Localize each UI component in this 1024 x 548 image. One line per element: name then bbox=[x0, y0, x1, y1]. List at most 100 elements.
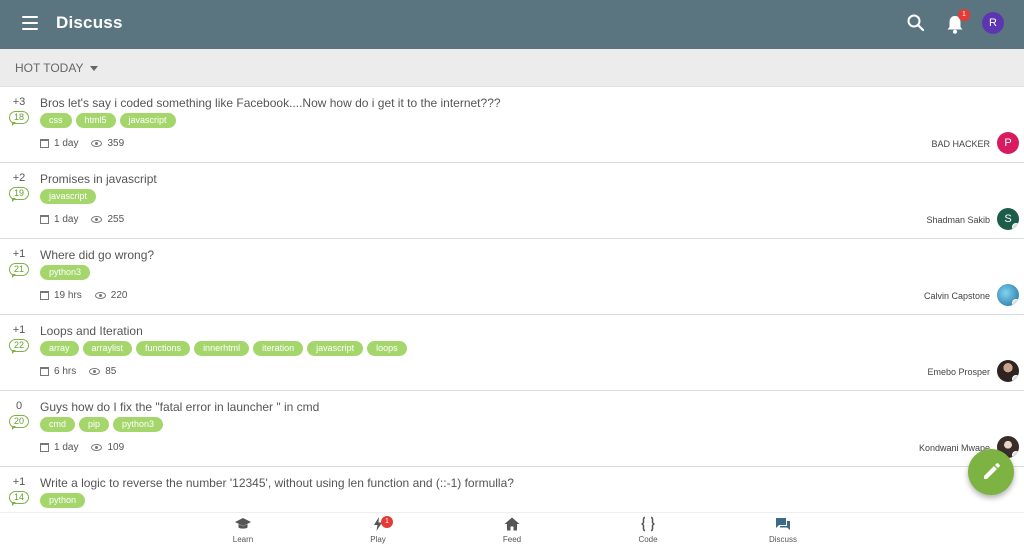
page-title: Discuss bbox=[56, 13, 123, 32]
tag-list: array arraylist functions innerhtml iter… bbox=[40, 341, 407, 356]
tag[interactable]: functions bbox=[136, 341, 191, 356]
tag[interactable]: array bbox=[40, 341, 79, 356]
post-item[interactable]: +1 14 Write a logic to reverse the numbe… bbox=[0, 467, 1024, 513]
eye-icon bbox=[91, 140, 103, 147]
tag[interactable]: python3 bbox=[113, 417, 164, 432]
vote-count: +2 bbox=[12, 172, 26, 184]
tag-list: javascript bbox=[40, 189, 97, 204]
pencil-icon bbox=[984, 463, 1000, 479]
tag[interactable]: arraylist bbox=[82, 341, 133, 356]
post-age: 1 day bbox=[54, 138, 79, 149]
calendar-icon bbox=[40, 139, 49, 148]
answer-count-icon: 18 bbox=[9, 111, 29, 126]
level-badge-icon bbox=[1012, 223, 1019, 230]
tag[interactable]: javascript bbox=[307, 341, 364, 356]
author-name[interactable]: Emebo Prosper bbox=[927, 367, 990, 377]
filter-dropdown[interactable]: HOT TODAY bbox=[15, 61, 99, 75]
post-age: 6 hrs bbox=[54, 366, 77, 377]
nav-feed[interactable]: Feed bbox=[482, 516, 542, 548]
nav-code[interactable]: Code bbox=[618, 516, 678, 548]
post-title[interactable]: Promises in javascript bbox=[40, 172, 157, 186]
answer-count-icon: 21 bbox=[9, 263, 29, 278]
post-meta: 19 hrs 220 bbox=[40, 290, 127, 301]
tag[interactable]: innerhtml bbox=[194, 341, 250, 356]
post-item[interactable]: +1 22 Loops and Iteration array arraylis… bbox=[0, 315, 1024, 391]
vote-count: 0 bbox=[15, 400, 23, 412]
nav-code-label: Code bbox=[638, 535, 658, 544]
tag[interactable]: javascript bbox=[40, 189, 97, 204]
calendar-icon bbox=[40, 443, 49, 452]
answer-count-icon: 20 bbox=[9, 415, 29, 430]
new-post-button[interactable] bbox=[968, 449, 1014, 495]
search-icon[interactable] bbox=[906, 13, 926, 33]
post-item[interactable]: +1 21 Where did go wrong? python3 19 hrs… bbox=[0, 239, 1024, 315]
eye-icon bbox=[94, 292, 106, 299]
author-name[interactable]: BAD HACKER bbox=[931, 139, 990, 149]
play-badge: 1 bbox=[381, 516, 393, 528]
author-avatar[interactable] bbox=[997, 360, 1019, 382]
tag-list: python3 bbox=[40, 265, 91, 280]
tag-list: python bbox=[40, 493, 86, 508]
view-count: 85 bbox=[105, 366, 117, 377]
nav-play-label: Play bbox=[370, 535, 386, 544]
tag[interactable]: iteration bbox=[253, 341, 304, 356]
tag-list: css html5 javascript bbox=[40, 113, 176, 128]
filter-bar: HOT TODAY bbox=[0, 49, 1024, 87]
post-title[interactable]: Bros let's say i coded something like Fa… bbox=[40, 96, 501, 110]
post-meta: 6 hrs 85 bbox=[40, 366, 116, 377]
eye-icon bbox=[89, 368, 101, 375]
calendar-icon bbox=[40, 291, 49, 300]
tag[interactable]: cmd bbox=[40, 417, 76, 432]
post-meta: 1 day 359 bbox=[40, 138, 124, 149]
author-avatar[interactable]: S bbox=[997, 208, 1019, 230]
level-badge-icon bbox=[1012, 299, 1019, 306]
answer-count-icon: 22 bbox=[9, 339, 29, 354]
author-name[interactable]: Calvin Capstone bbox=[924, 291, 990, 301]
author-name[interactable]: Shadman Sakib bbox=[926, 215, 990, 225]
author-avatar[interactable] bbox=[997, 284, 1019, 306]
answer-count-icon: 14 bbox=[9, 491, 29, 506]
vote-count: +1 bbox=[12, 324, 26, 336]
nav-discuss[interactable]: Discuss bbox=[753, 516, 813, 548]
post-item[interactable]: 0 20 Guys how do I fix the "fatal error … bbox=[0, 391, 1024, 467]
level-badge-icon bbox=[1012, 375, 1019, 382]
app-bar: Discuss 1 R bbox=[0, 0, 1024, 49]
tag[interactable]: html5 bbox=[75, 113, 116, 128]
post-title[interactable]: Loops and Iteration bbox=[40, 324, 143, 338]
view-count: 255 bbox=[107, 214, 125, 225]
tag[interactable]: css bbox=[40, 113, 72, 128]
home-icon bbox=[504, 517, 520, 531]
post-item[interactable]: +2 19 Promises in javascript javascript … bbox=[0, 163, 1024, 239]
nav-learn[interactable]: Learn bbox=[213, 516, 273, 548]
tag[interactable]: javascript bbox=[119, 113, 176, 128]
calendar-icon bbox=[40, 215, 49, 224]
menu-icon[interactable] bbox=[22, 16, 38, 30]
tag[interactable]: python bbox=[40, 493, 86, 508]
chat-bubbles-icon bbox=[776, 518, 790, 530]
braces-icon bbox=[641, 516, 655, 532]
vote-count: +1 bbox=[12, 248, 26, 260]
tag[interactable]: pip bbox=[79, 417, 110, 432]
tag[interactable]: loops bbox=[367, 341, 407, 356]
nav-discuss-label: Discuss bbox=[768, 535, 797, 544]
post-meta: 1 day 255 bbox=[40, 214, 124, 225]
nav-learn-label: Learn bbox=[232, 535, 254, 544]
post-title[interactable]: Guys how do I fix the "fatal error in la… bbox=[40, 400, 319, 414]
post-item[interactable]: +3 18 Bros let's say i coded something l… bbox=[0, 87, 1024, 163]
post-title[interactable]: Write a logic to reverse the number '123… bbox=[40, 476, 514, 490]
nav-feed-label: Feed bbox=[502, 535, 522, 544]
nav-play[interactable]: 1 Play bbox=[348, 516, 408, 548]
calendar-icon bbox=[40, 367, 49, 376]
caret-down-icon bbox=[90, 65, 99, 71]
notification-badge: 1 bbox=[958, 9, 970, 21]
tag[interactable]: python3 bbox=[40, 265, 91, 280]
eye-icon bbox=[91, 444, 103, 451]
view-count: 220 bbox=[110, 290, 128, 301]
tag-list: cmd pip python3 bbox=[40, 417, 164, 432]
post-title[interactable]: Where did go wrong? bbox=[40, 248, 154, 262]
user-avatar[interactable]: R bbox=[982, 12, 1004, 34]
author-avatar[interactable]: P bbox=[997, 132, 1019, 154]
answer-count-icon: 19 bbox=[9, 187, 29, 202]
author-avatar-letter: S bbox=[1004, 213, 1012, 225]
post-age: 19 hrs bbox=[54, 290, 82, 301]
